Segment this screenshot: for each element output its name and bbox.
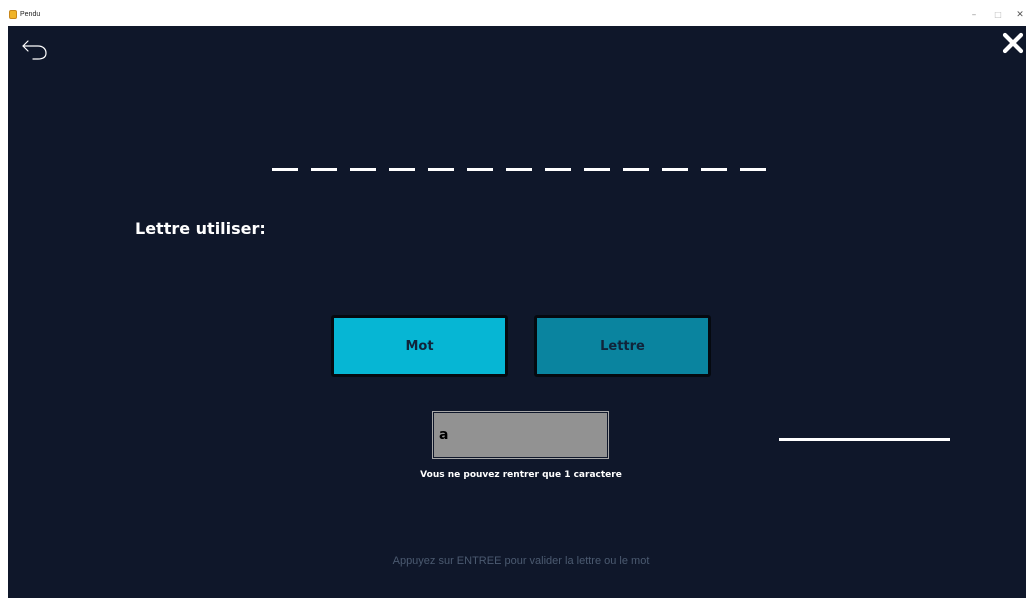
app-window: Pendu – □ ✕ Lettre utiliser: Mot Lettre …	[0, 0, 1026, 598]
window-title: Pendu	[20, 11, 41, 18]
hidden-word	[272, 168, 766, 174]
app-icon	[9, 10, 17, 19]
minimize-button[interactable]: –	[968, 9, 980, 21]
letter-slot	[740, 168, 766, 171]
letter-slot	[311, 168, 337, 171]
letter-slot	[350, 168, 376, 171]
letter-slot	[467, 168, 493, 171]
hangman-gallows-base	[779, 438, 950, 441]
letter-slot	[506, 168, 532, 171]
close-icon[interactable]	[1000, 30, 1026, 56]
validation-message: Vous ne pouvez rentrer que 1 caractere	[420, 470, 622, 480]
used-letters-label: Lettre utiliser:	[135, 219, 266, 238]
letter-slot	[545, 168, 571, 171]
letter-slot	[623, 168, 649, 171]
letter-slot	[662, 168, 688, 171]
guess-input[interactable]: a	[432, 411, 609, 459]
maximize-button[interactable]: □	[992, 9, 1004, 21]
letter-slot	[584, 168, 610, 171]
letter-slot	[428, 168, 454, 171]
footer-hint: Appuyez sur ENTREE pour valider la lettr…	[392, 555, 650, 567]
word-mode-button[interactable]: Mot	[331, 315, 508, 377]
game-area: Lettre utiliser: Mot Lettre a Vous ne po…	[8, 26, 1026, 598]
window-close-button[interactable]: ✕	[1014, 9, 1026, 21]
letter-mode-button[interactable]: Lettre	[534, 315, 711, 377]
letter-slot	[701, 168, 727, 171]
back-arrow-icon[interactable]	[20, 35, 50, 61]
letter-slot	[389, 168, 415, 171]
title-bar: Pendu – □ ✕	[0, 0, 1026, 26]
letter-slot	[272, 168, 298, 171]
